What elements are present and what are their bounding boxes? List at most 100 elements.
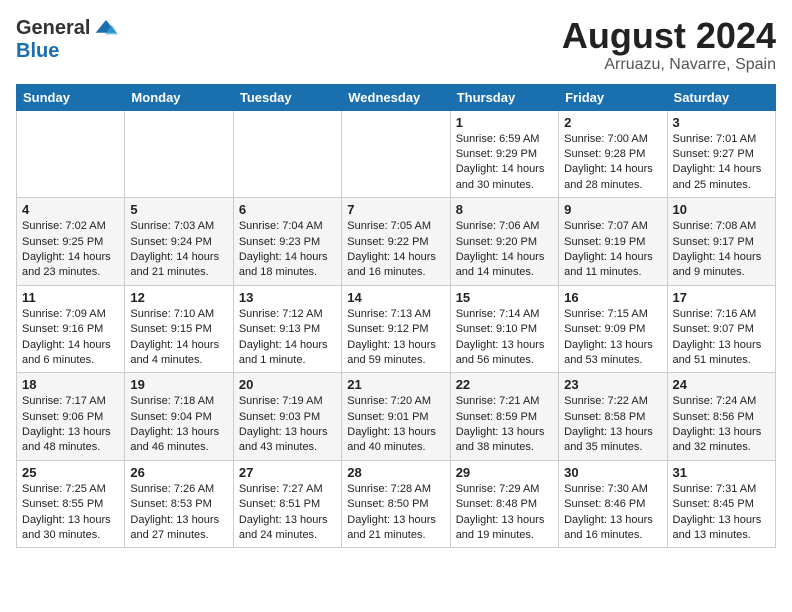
calendar-cell: 8Sunrise: 7:06 AMSunset: 9:20 PMDaylight… [450,198,558,286]
calendar-cell: 21Sunrise: 7:20 AMSunset: 9:01 PMDayligh… [342,373,450,461]
day-info: and 53 minutes. [564,353,661,368]
calendar-cell: 25Sunrise: 7:25 AMSunset: 8:55 PMDayligh… [17,460,125,548]
day-info: Sunset: 9:16 PM [22,322,119,337]
calendar-cell: 19Sunrise: 7:18 AMSunset: 9:04 PMDayligh… [125,373,233,461]
day-info: Daylight: 14 hours [564,250,661,265]
calendar-cell [342,110,450,198]
weekday-header: Wednesday [342,84,450,110]
day-info: Sunset: 8:56 PM [673,410,770,425]
day-info: and 46 minutes. [130,440,227,455]
calendar-cell: 27Sunrise: 7:27 AMSunset: 8:51 PMDayligh… [233,460,341,548]
weekday-header: Sunday [17,84,125,110]
day-info: Sunrise: 7:09 AM [22,307,119,322]
weekday-header-row: SundayMondayTuesdayWednesdayThursdayFrid… [17,84,776,110]
day-info: Daylight: 13 hours [456,513,553,528]
day-info: Daylight: 14 hours [239,250,336,265]
day-number: 13 [239,290,336,305]
day-info: and 21 minutes. [347,528,444,543]
day-info: and 30 minutes. [456,178,553,193]
day-info: Daylight: 13 hours [22,513,119,528]
day-info: Sunset: 9:12 PM [347,322,444,337]
title-block: August 2024 Arruazu, Navarre, Spain [562,16,776,74]
day-info: Daylight: 13 hours [130,425,227,440]
day-info: and 32 minutes. [673,440,770,455]
day-number: 7 [347,202,444,217]
day-info: and 19 minutes. [456,528,553,543]
day-info: Daylight: 13 hours [239,513,336,528]
day-number: 22 [456,377,553,392]
day-info: Daylight: 13 hours [347,338,444,353]
day-info: Daylight: 14 hours [456,162,553,177]
day-number: 25 [22,465,119,480]
day-info: Sunrise: 7:14 AM [456,307,553,322]
day-number: 14 [347,290,444,305]
day-info: Daylight: 13 hours [239,425,336,440]
day-info: Daylight: 14 hours [564,162,661,177]
day-info: Sunrise: 7:08 AM [673,219,770,234]
day-info: and 51 minutes. [673,353,770,368]
logo-general: General [16,17,90,40]
calendar-cell: 24Sunrise: 7:24 AMSunset: 8:56 PMDayligh… [667,373,775,461]
day-info: and 21 minutes. [130,265,227,280]
calendar-cell: 22Sunrise: 7:21 AMSunset: 8:59 PMDayligh… [450,373,558,461]
day-info: Sunrise: 7:05 AM [347,219,444,234]
day-info: Sunset: 8:58 PM [564,410,661,425]
day-info: Sunset: 8:59 PM [456,410,553,425]
day-number: 3 [673,115,770,130]
day-info: Daylight: 14 hours [22,250,119,265]
day-number: 9 [564,202,661,217]
day-info: Daylight: 13 hours [564,513,661,528]
day-info: Daylight: 13 hours [456,338,553,353]
day-info: Sunset: 9:23 PM [239,235,336,250]
calendar-week-row: 1Sunrise: 6:59 AMSunset: 9:29 PMDaylight… [17,110,776,198]
calendar-cell: 17Sunrise: 7:16 AMSunset: 9:07 PMDayligh… [667,285,775,373]
day-number: 23 [564,377,661,392]
day-number: 12 [130,290,227,305]
day-info: Sunrise: 7:13 AM [347,307,444,322]
day-info: Sunset: 8:45 PM [673,497,770,512]
day-info: Sunrise: 7:04 AM [239,219,336,234]
day-info: Sunrise: 7:20 AM [347,394,444,409]
calendar-cell: 12Sunrise: 7:10 AMSunset: 9:15 PMDayligh… [125,285,233,373]
day-info: Sunset: 9:25 PM [22,235,119,250]
day-number: 17 [673,290,770,305]
day-number: 8 [456,202,553,217]
day-info: and 23 minutes. [22,265,119,280]
day-number: 2 [564,115,661,130]
calendar-cell: 28Sunrise: 7:28 AMSunset: 8:50 PMDayligh… [342,460,450,548]
day-number: 4 [22,202,119,217]
day-info: Sunrise: 7:10 AM [130,307,227,322]
day-info: Sunrise: 7:16 AM [673,307,770,322]
calendar-cell: 9Sunrise: 7:07 AMSunset: 9:19 PMDaylight… [559,198,667,286]
day-info: Daylight: 13 hours [22,425,119,440]
day-info: Sunset: 9:04 PM [130,410,227,425]
day-info: Daylight: 14 hours [456,250,553,265]
calendar-cell: 31Sunrise: 7:31 AMSunset: 8:45 PMDayligh… [667,460,775,548]
calendar-cell: 1Sunrise: 6:59 AMSunset: 9:29 PMDaylight… [450,110,558,198]
day-info: Sunrise: 7:00 AM [564,132,661,147]
day-info: Sunrise: 7:26 AM [130,482,227,497]
day-info: Sunset: 9:27 PM [673,147,770,162]
calendar-cell: 4Sunrise: 7:02 AMSunset: 9:25 PMDaylight… [17,198,125,286]
day-info: and 40 minutes. [347,440,444,455]
day-info: Daylight: 14 hours [347,250,444,265]
day-info: and 16 minutes. [347,265,444,280]
weekday-header: Friday [559,84,667,110]
day-info: and 48 minutes. [22,440,119,455]
day-info: Daylight: 13 hours [564,338,661,353]
day-info: and 9 minutes. [673,265,770,280]
day-number: 18 [22,377,119,392]
day-info: Sunset: 8:48 PM [456,497,553,512]
day-info: Sunset: 9:22 PM [347,235,444,250]
day-info: Sunrise: 6:59 AM [456,132,553,147]
day-info: Sunrise: 7:27 AM [239,482,336,497]
day-info: Daylight: 13 hours [673,338,770,353]
day-number: 26 [130,465,227,480]
day-info: and 59 minutes. [347,353,444,368]
calendar-cell: 10Sunrise: 7:08 AMSunset: 9:17 PMDayligh… [667,198,775,286]
calendar-cell: 5Sunrise: 7:03 AMSunset: 9:24 PMDaylight… [125,198,233,286]
calendar-cell: 3Sunrise: 7:01 AMSunset: 9:27 PMDaylight… [667,110,775,198]
day-info: and 6 minutes. [22,353,119,368]
day-info: Sunrise: 7:06 AM [456,219,553,234]
day-info: Daylight: 14 hours [673,162,770,177]
